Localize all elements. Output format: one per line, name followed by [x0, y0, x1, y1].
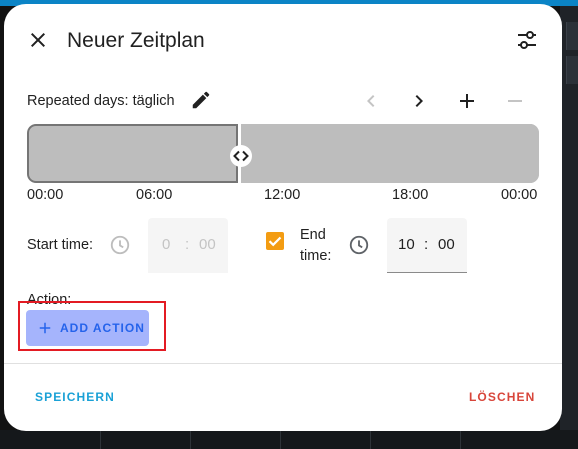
time-separator: : [185, 236, 190, 253]
minus-icon [508, 100, 522, 102]
previous-slot-button[interactable] [359, 89, 383, 113]
end-time-label-line2: time: [300, 248, 332, 264]
start-minutes: 00 [199, 236, 216, 253]
checkmark-icon [268, 236, 282, 247]
timeslot-selected[interactable] [27, 124, 238, 183]
save-button[interactable]: SPEICHERN [35, 390, 115, 404]
resize-handle[interactable] [230, 145, 252, 167]
background-grid-line [370, 430, 371, 449]
schedule-timeline [27, 124, 539, 183]
background-grid-line [100, 430, 101, 449]
remove-slot-button[interactable] [503, 89, 527, 113]
background-grid-line [460, 430, 461, 449]
resize-arrows-icon [233, 150, 249, 162]
repeated-days-label: Repeated days: täglich [27, 93, 175, 109]
background-row [566, 56, 578, 84]
end-hours: 10 [398, 236, 415, 253]
end-minutes: 00 [438, 236, 455, 253]
end-time-field[interactable]: 10 : 00 [387, 218, 467, 273]
background-grid-line [190, 430, 191, 449]
timeline-tick: 18:00 [392, 187, 429, 203]
clock-icon [109, 234, 131, 256]
end-time-label: End [300, 227, 326, 243]
tune-icon [518, 31, 536, 49]
time-separator: : [424, 236, 429, 253]
background-right-panel [560, 0, 578, 449]
add-slot-button[interactable] [455, 89, 479, 113]
settings-button[interactable] [515, 28, 539, 52]
background-grid [0, 430, 578, 449]
close-icon [31, 33, 45, 47]
timeline-tick: 00:00 [27, 187, 64, 203]
plus-icon [460, 94, 474, 108]
next-slot-button[interactable] [407, 89, 431, 113]
footer-divider [4, 363, 562, 364]
edit-days-button[interactable] [190, 89, 212, 111]
delete-button[interactable]: LÖSCHEN [469, 390, 535, 404]
pencil-icon [192, 91, 210, 109]
background-row [566, 22, 578, 50]
chevron-left-icon [367, 95, 375, 107]
close-button[interactable] [26, 28, 50, 52]
timeline-tick: 06:00 [136, 187, 173, 203]
highlight-box [18, 301, 166, 351]
dialog-title: Neuer Zeitplan [67, 29, 205, 52]
timeslot[interactable] [241, 124, 539, 183]
start-time-field[interactable]: 0 : 00 [148, 218, 228, 273]
chevron-right-icon [415, 95, 423, 107]
clock-icon [348, 234, 370, 256]
schedule-dialog: Neuer Zeitplan Repeated days: täglich 00… [4, 4, 562, 431]
background-right-accent [560, 0, 578, 6]
timeline-tick: 00:00 [501, 187, 538, 203]
timeline-tick: 12:00 [264, 187, 301, 203]
end-time-checkbox[interactable] [266, 232, 284, 250]
start-hours: 0 [162, 236, 171, 253]
start-time-label: Start time: [27, 237, 94, 253]
background-grid-line [280, 430, 281, 449]
